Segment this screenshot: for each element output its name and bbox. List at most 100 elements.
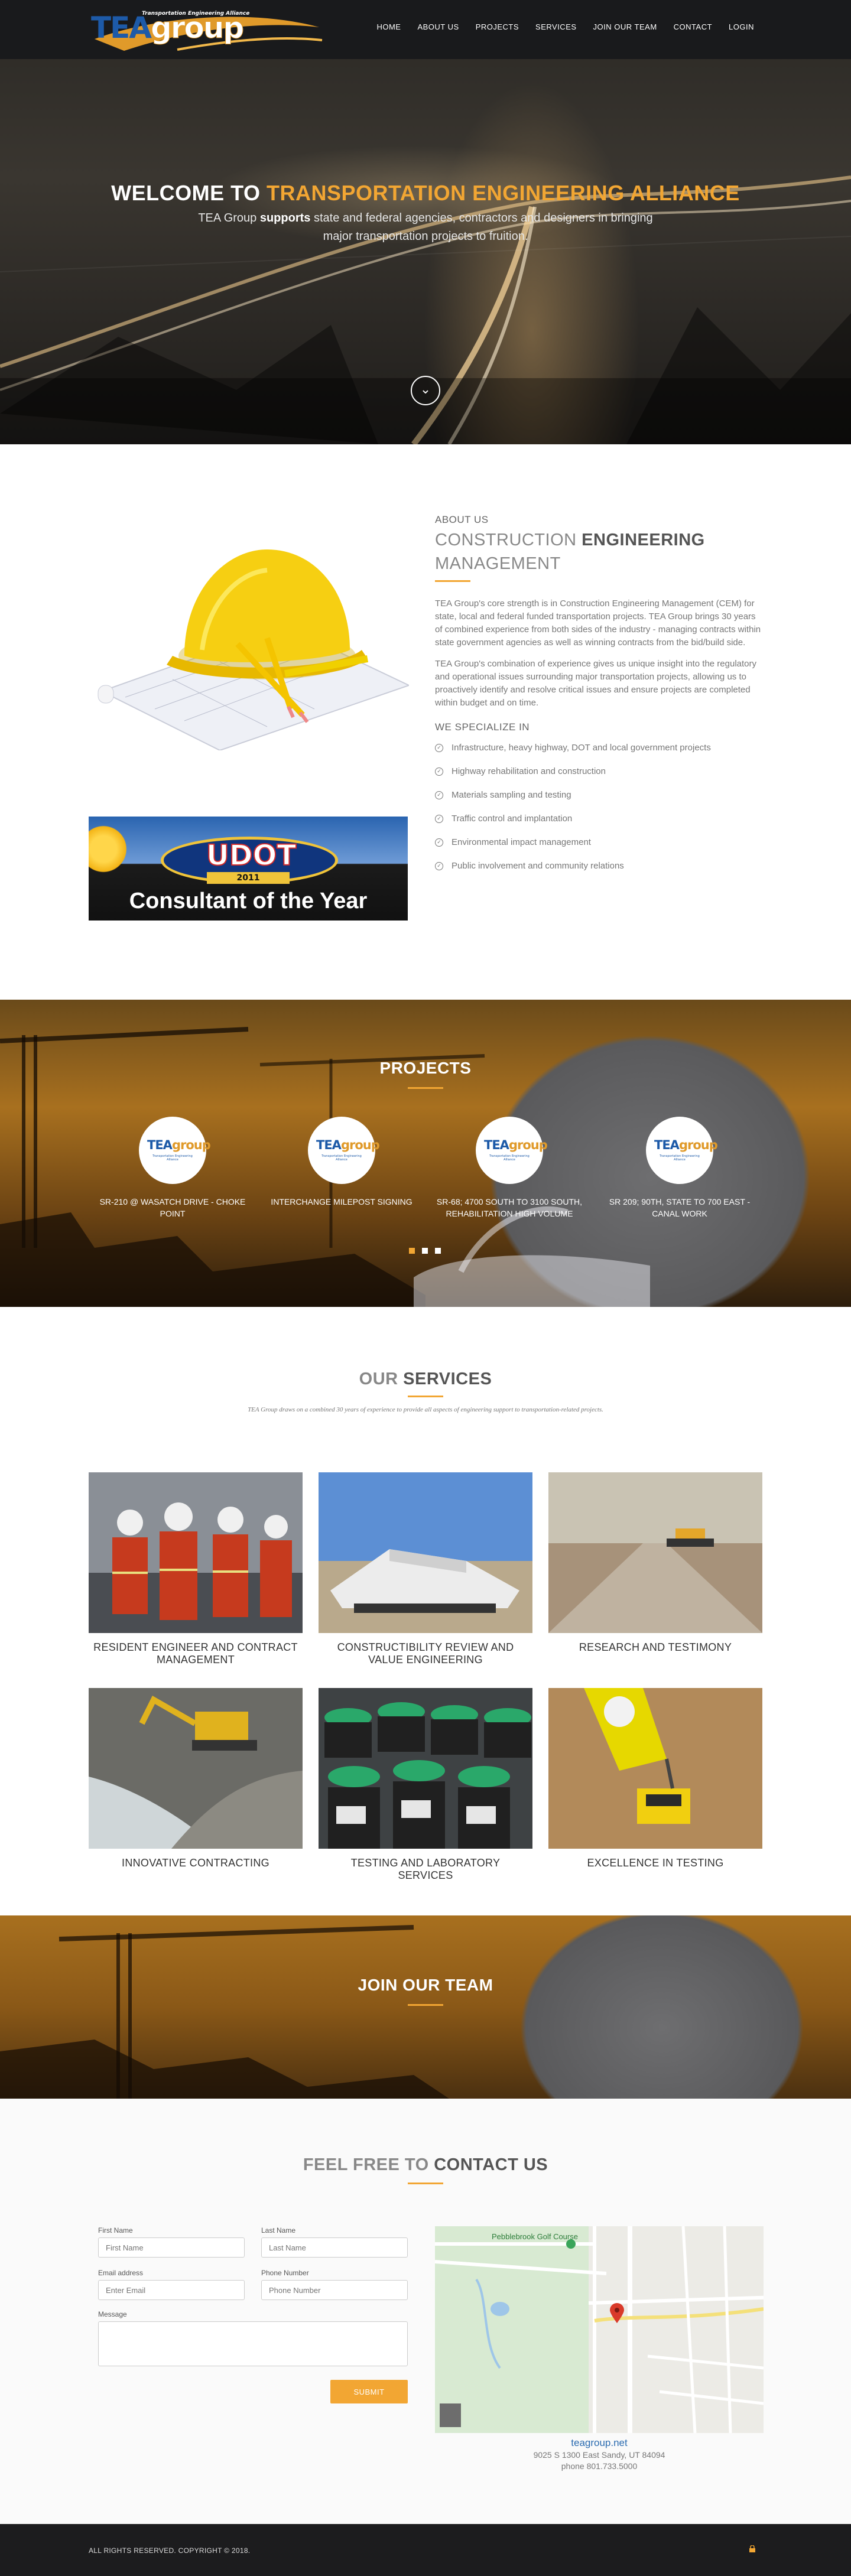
nav-projects[interactable]: PROJECTS <box>467 22 527 31</box>
hero-section: TEAgroup Transportation Engineering Alli… <box>0 0 851 444</box>
check-circle-icon: ✓ <box>435 862 443 870</box>
service-label: TESTING AND LABORATORY SERVICES <box>350 1857 501 1881</box>
services-section: OUR SERVICES TEA Group draws on a combin… <box>0 1307 851 1915</box>
hero-title-accent: TRANSPORTATION ENGINEERING ALLIANCE <box>266 181 740 205</box>
accent-divider <box>435 580 470 582</box>
nav-home[interactable]: HOME <box>368 22 409 31</box>
join-title[interactable]: JOIN OUR TEAM <box>0 1976 851 1995</box>
last-name-field[interactable] <box>261 2237 408 2258</box>
logo-tagline: Transportation Engineering Alliance <box>142 11 250 17</box>
mini-logo-group: group <box>508 1138 548 1152</box>
phone-field[interactable] <box>261 2280 408 2300</box>
tea-group-logo[interactable]: TEAgroup Transportation Engineering Alli… <box>89 4 325 57</box>
project-card[interactable]: TEAgroup Transportation Engineering Allia… <box>84 1117 261 1219</box>
about-paragraph-1: TEA Group's core strength is in Construc… <box>435 599 761 648</box>
sun-icon <box>89 822 130 876</box>
service-label: CONSTRUCTIBILITY REVIEW AND VALUE ENGINE… <box>337 1641 514 1666</box>
carousel-dot-1[interactable] <box>409 1248 415 1254</box>
scroll-down-button[interactable]: ⌄ <box>411 376 440 405</box>
mini-logo-tea: TEA <box>316 1138 342 1152</box>
list-item: ✓ Highway rehabilitation and construction <box>435 766 764 790</box>
about-heading-line2: MANAGEMENT <box>435 554 561 573</box>
service-label: RESIDENT ENGINEER AND CONTRACT MANAGEMEN… <box>93 1641 298 1666</box>
mini-logo-tagline: Transportation Engineering Alliance <box>489 1154 530 1162</box>
project-card[interactable]: TEAgroup Transportation Engineering Allia… <box>253 1117 430 1208</box>
nav-contact[interactable]: CONTACT <box>665 22 720 31</box>
service-card[interactable]: INNOVATIVE CONTRACTING <box>89 1688 303 1869</box>
nav-services[interactable]: SERVICES <box>527 22 585 31</box>
hero-title-plain: WELCOME TO <box>111 181 267 205</box>
specialty-label: Environmental impact management <box>452 837 591 847</box>
udot-wordmark: UDOT <box>206 838 297 873</box>
service-card[interactable]: CONSTRUCTIBILITY REVIEW AND VALUE ENGINE… <box>319 1472 532 1666</box>
service-label: RESEARCH AND TESTIMONY <box>579 1641 732 1653</box>
list-item: ✓ Traffic control and implantation <box>435 814 764 837</box>
service-image-road-construction <box>548 1472 762 1633</box>
hero-sub-part2: state and federal agencies, contractors … <box>310 212 653 243</box>
contact-title-bold: CONTACT US <box>434 2155 548 2174</box>
project-logo: TEAgroup Transportation Engineering Allia… <box>646 1117 718 1184</box>
service-card[interactable]: EXCELLENCE IN TESTING <box>548 1688 762 1869</box>
about-heading-plain: CONSTRUCTION <box>435 531 582 549</box>
accent-divider <box>408 2004 443 2006</box>
project-logo: TEAgroup Transportation Engineering Allia… <box>308 1117 380 1184</box>
copyright-text: ALL RIGHTS RESERVED. COPYRIGHT © 2018. <box>89 2546 251 2555</box>
projects-section: PROJECTS TEAgroup Transportation Engineer… <box>0 1000 851 1307</box>
hardhat-blueprint-image <box>98 549 409 750</box>
accent-divider <box>408 1087 443 1089</box>
map-tiles <box>435 2226 764 2433</box>
about-paragraph-2: TEA Group's combination of experience gi… <box>435 659 757 708</box>
hero-title: WELCOME TO TRANSPORTATION ENGINEERING AL… <box>0 181 851 206</box>
service-image-lab-buckets <box>319 1688 532 1849</box>
email-label: Email address <box>98 2269 144 2277</box>
nav-login[interactable]: LOGIN <box>720 22 762 31</box>
street-address: 9025 S 1300 East Sandy, UT 84094 <box>533 2450 665 2460</box>
map-pin-icon <box>610 2303 624 2323</box>
contact-address: teagroup.net 9025 S 1300 East Sandy, UT … <box>435 2437 764 2472</box>
list-item: ✓ Materials sampling and testing <box>435 790 764 814</box>
first-name-field[interactable] <box>98 2237 245 2258</box>
service-card[interactable]: RESIDENT ENGINEER AND CONTRACT MANAGEMEN… <box>89 1472 303 1666</box>
project-label: SR-68; 4700 SOUTH TO 3100 SOUTH, REHABIL… <box>436 1197 583 1218</box>
mini-logo-tea: TEA <box>484 1138 509 1152</box>
lock-icon[interactable] <box>749 2545 755 2552</box>
location-map[interactable]: Pebblebrook Golf Course <box>435 2226 764 2433</box>
check-circle-icon: ✓ <box>435 838 443 847</box>
services-title-plain: OUR <box>359 1370 404 1388</box>
project-card[interactable]: TEAgroup Transportation Engineering Allia… <box>591 1117 768 1219</box>
about-section: UDOT 2011 Consultant of the Year ABOUT U… <box>0 444 851 1000</box>
contact-title: FEEL FREE TO CONTACT US <box>0 2155 851 2175</box>
phone-group: Phone Number <box>261 2269 408 2300</box>
mini-logo-wordmark: TEAgroup <box>654 1138 718 1152</box>
contact-section: FEEL FREE TO CONTACT US First Name Last … <box>0 2099 851 2524</box>
project-label: SR-210 @ WASATCH DRIVE - CHOKE POINT <box>99 1197 246 1218</box>
submit-button[interactable]: SUBMIT <box>330 2380 408 2403</box>
message-field[interactable] <box>98 2321 408 2366</box>
service-card[interactable]: RESEARCH AND TESTIMONY <box>548 1472 762 1654</box>
carousel-dot-2[interactable] <box>422 1248 428 1254</box>
contact-title-plain: FEEL FREE TO <box>303 2155 434 2174</box>
project-card[interactable]: TEAgroup Transportation Engineering Allia… <box>421 1117 598 1219</box>
mini-logo-group: group <box>171 1138 211 1152</box>
email-field[interactable] <box>98 2280 245 2300</box>
map-place-label: Pebblebrook Golf Course <box>492 2232 578 2241</box>
carousel-dot-3[interactable] <box>435 1248 441 1254</box>
hero-subtitle: TEA Group supports state and federal age… <box>195 209 656 246</box>
mini-logo-tagline: Transportation Engineering Alliance <box>152 1154 193 1162</box>
specialty-label: Infrastructure, heavy highway, DOT and l… <box>452 743 711 753</box>
website-link[interactable]: teagroup.net <box>435 2437 764 2450</box>
service-card[interactable]: TESTING AND LABORATORY SERVICES <box>319 1688 532 1882</box>
udot-year: 2011 <box>207 872 290 884</box>
first-name-label: First Name <box>98 2226 133 2235</box>
about-heading-bold: ENGINEERING <box>582 531 705 549</box>
check-circle-icon: ✓ <box>435 815 443 823</box>
mini-logo-tea: TEA <box>654 1138 680 1152</box>
nav-about-us[interactable]: ABOUT US <box>409 22 467 31</box>
specialty-label: Public involvement and community relatio… <box>452 861 624 871</box>
mini-logo-wordmark: TEAgroup <box>316 1138 380 1152</box>
check-circle-icon: ✓ <box>435 791 443 799</box>
mini-logo-group: group <box>340 1138 380 1152</box>
accent-divider <box>408 2183 443 2184</box>
join-section: JOIN OUR TEAM <box>0 1915 851 2099</box>
nav-join-our-team[interactable]: JOIN OUR TEAM <box>585 22 665 31</box>
